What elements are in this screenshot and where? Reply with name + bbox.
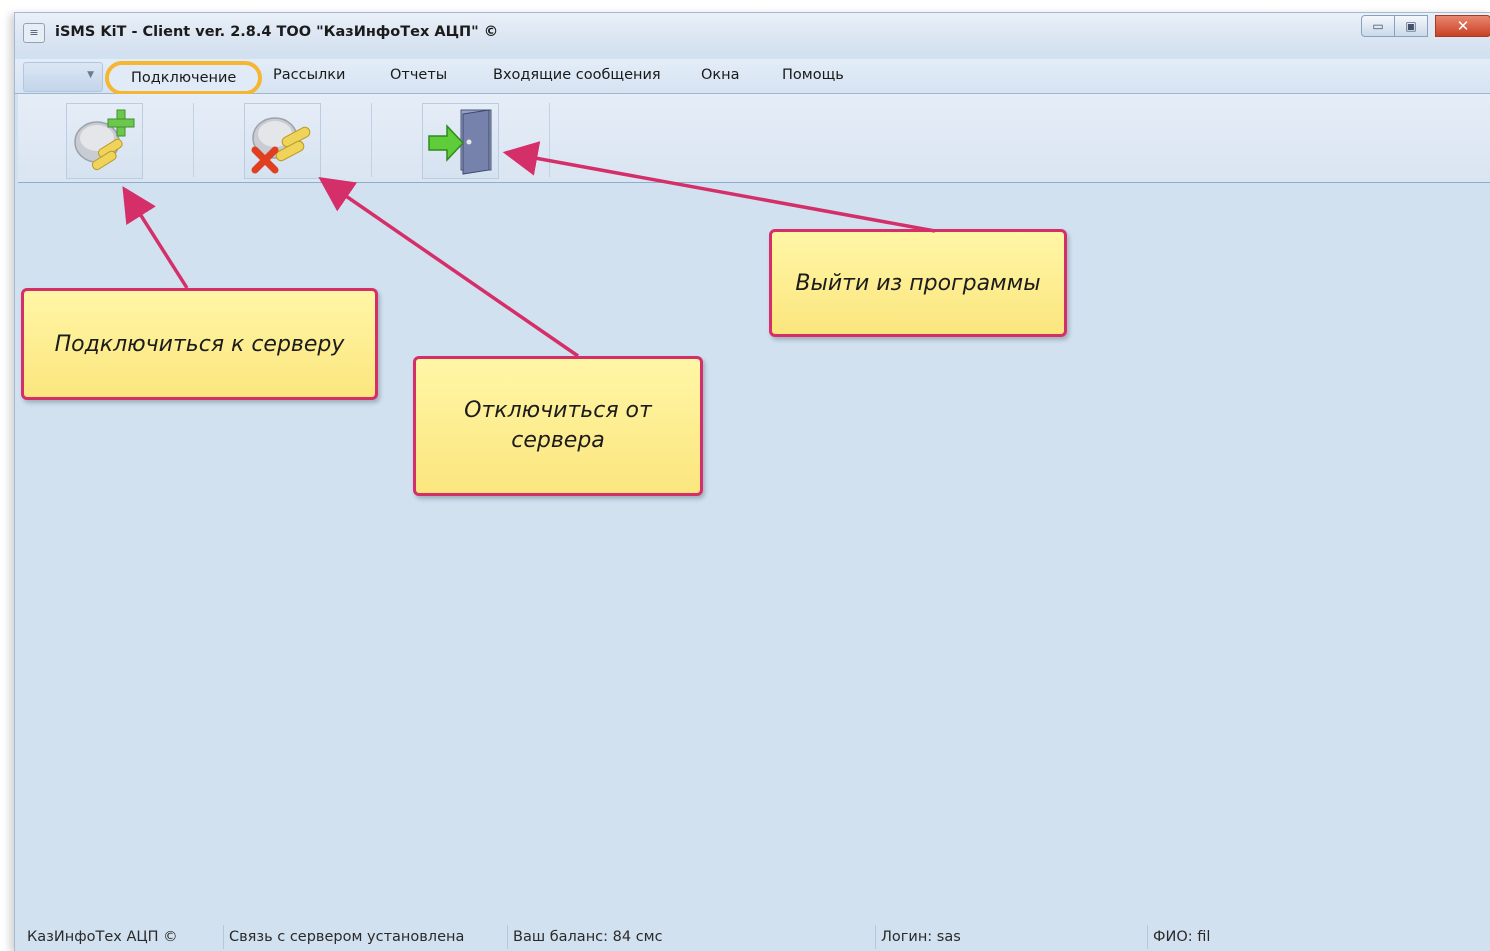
status-fio: ФИО: fil xyxy=(1153,929,1211,945)
annotation-arrows xyxy=(122,141,936,358)
status-separator xyxy=(223,925,224,949)
app-window: ≡ iSMS KiT - Client ver. 2.8.4 ТОО "КазИ… xyxy=(14,12,1490,951)
arrow-to-connect xyxy=(122,186,189,289)
arrow-to-disconnect xyxy=(318,177,579,358)
status-company: КазИнфоТех АЦП © xyxy=(27,929,178,945)
status-separator xyxy=(1147,925,1148,949)
arrow-to-exit xyxy=(502,141,936,233)
status-separator xyxy=(507,925,508,949)
status-connection: Связь с сервером установлена xyxy=(229,929,465,945)
status-login: Логин: sas xyxy=(881,929,961,945)
status-balance: Ваш баланс: 84 смс xyxy=(513,929,663,945)
status-bar: КазИнфоТех АЦП © Связь с сервером устано… xyxy=(15,923,1490,951)
status-separator xyxy=(875,925,876,949)
